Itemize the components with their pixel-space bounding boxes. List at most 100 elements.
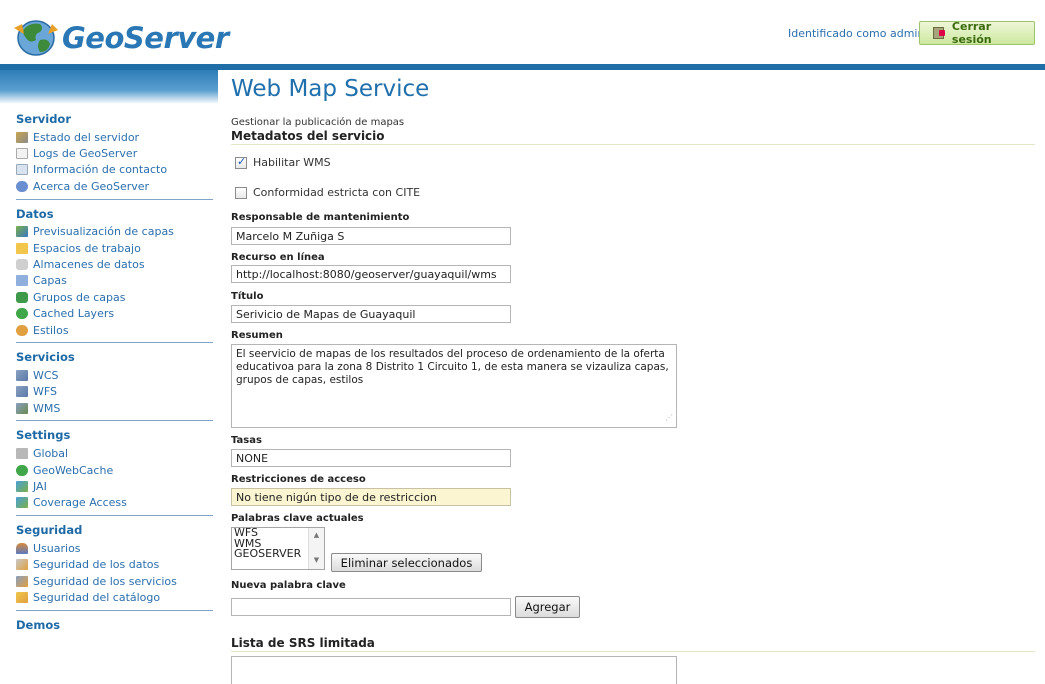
title-input[interactable]: Serivicio de Mapas de Guayaquil [231,305,511,323]
sidebar-item-coverage-access[interactable]: Coverage Access [16,495,218,511]
sidebar-item-stores[interactable]: Almacenes de datos [16,256,218,272]
sidebar-item-label: Estado del servidor [33,130,140,144]
sidebar-item-styles[interactable]: Estilos [16,322,218,338]
sidebar-item-about[interactable]: Acerca de GeoServer [16,178,218,194]
sidebar-item-label: Seguridad de los servicios [33,574,177,588]
service-icon [16,386,28,398]
sidebar-item-wcs[interactable]: WCS [16,367,218,383]
abstract-label: Resumen [231,330,283,341]
nav-section-seguridad: Seguridad Usuarios Seguridad de los dato… [0,523,218,606]
sidebar-header-gradient [0,70,218,104]
sidebar-item-layers[interactable]: Capas [16,273,218,289]
new-keyword-label: Nueva palabra clave [231,580,346,591]
fees-label: Tasas [231,435,262,446]
sidebar-item-label: Espacios de trabajo [33,241,141,255]
fees-input[interactable]: NONE [231,449,511,467]
sidebar-item-workspaces[interactable]: Espacios de trabajo [16,240,218,256]
sidebar-item-wms[interactable]: WMS [16,400,218,416]
layer-group-icon [16,291,28,303]
nav-title-demos[interactable]: Demos [16,618,218,635]
sidebar-item-label: Almacenes de datos [33,258,145,272]
divider [16,515,213,517]
geoserver-logo[interactable]: GeoServer [12,18,229,58]
divider [16,198,213,200]
maintainer-input[interactable]: Marcelo M Zuñiga S [231,227,511,245]
sidebar-item-data-security[interactable]: Seguridad de los datos [16,556,218,572]
sidebar-item-label: WMS [33,401,61,415]
sidebar-item-label: Capas [33,274,67,288]
abstract-textarea[interactable]: El seervicio de mapas de los resultados … [231,344,677,428]
remove-selected-button[interactable]: Eliminar seleccionados [331,553,482,572]
nav-section-servicios: Servicios WCS WFS WMS [0,350,218,416]
nav-title-servidor: Servidor [16,112,71,126]
layer-preview-icon [16,226,28,238]
sidebar-item-label: Acerca de GeoServer [33,179,150,193]
access-input[interactable]: No tiene nigún tipo de de restriccion [231,488,511,506]
catalog-security-icon [16,591,28,603]
service-security-icon [16,575,28,587]
sidebar-item-label: GeoWebCache [33,463,114,477]
maintainer-label: Responsable de mantenimiento [231,212,410,223]
resize-grip-icon[interactable]: ⋰ [665,411,673,424]
sidebar-item-service-security[interactable]: Seguridad de los servicios [16,573,218,589]
sidebar-item-layer-preview[interactable]: Previsualización de capas [16,224,218,240]
sidebar-item-global[interactable]: Global [16,445,218,461]
enable-wms-checkbox[interactable] [235,155,247,169]
header: GeoServer Identificado como admin. Cerra… [0,0,1045,64]
globe-logo-icon [14,20,58,56]
title-label: Título [231,291,264,302]
cite-label: Conformidad estricta con CITE [253,186,421,199]
database-icon [16,259,28,271]
nav-section-datos: Datos Previsualización de capas Espacios… [0,207,218,339]
server-status-icon [16,131,28,143]
logout-label: Cerrar sesión [951,20,992,46]
page-description: Gestionar la publicación de mapas [231,117,405,128]
srs-textarea[interactable] [231,656,677,684]
sidebar-item-jai[interactable]: JAI [16,478,218,494]
folder-icon [16,242,28,254]
image-icon [16,497,28,509]
sidebar-item-label: Estilos [33,323,69,337]
cite-checkbox[interactable] [235,186,247,199]
sidebar-item-label: Información de contacto [33,163,168,177]
sidebar-item-layer-groups[interactable]: Grupos de capas [16,289,218,305]
sidebar-item-label: JAI [33,479,47,493]
scroll-down-icon[interactable]: ▼ [309,556,324,565]
logout-button[interactable]: Cerrar sesión [919,20,1035,46]
sidebar-item-catalog-security[interactable]: Seguridad del catálogo [16,589,218,605]
sidebar: Servidor Estado del servidor Logs de Geo… [0,104,218,635]
sidebar-item-label: Cached Layers [33,307,115,321]
nav-section-servidor: Servidor Estado del servidor Logs de Geo… [0,112,218,195]
user-icon [16,542,28,554]
sidebar-item-label: WFS [33,385,57,399]
keywords-label: Palabras clave actuales [231,513,364,524]
layer-icon [16,275,28,287]
listbox-scrollbar[interactable]: ▲ ▼ [308,528,324,569]
sidebar-item-server-status[interactable]: Estado del servidor [16,129,218,145]
sidebar-item-label: WCS [33,368,59,382]
nav-section-demos[interactable]: Demos [0,618,218,635]
divider [16,609,213,611]
log-file-icon [16,148,28,160]
srs-heading: Lista de SRS limitada [231,636,1035,652]
sidebar-item-logs[interactable]: Logs de GeoServer [16,145,218,161]
scroll-up-icon[interactable]: ▲ [309,531,324,540]
logout-icon [933,27,945,39]
add-keyword-button[interactable]: Agregar [515,596,580,618]
sidebar-item-geowebcache[interactable]: GeoWebCache [16,462,218,478]
nav-title-datos: Datos [16,206,54,221]
sidebar-item-contact[interactable]: Información de contacto [16,162,218,178]
metadata-heading: Metadatos del servicio [231,129,1035,145]
sidebar-item-wfs[interactable]: WFS [16,384,218,400]
sidebar-item-label: Seguridad de los datos [33,558,160,572]
nav-title-servicios: Servicios [16,350,75,365]
new-keyword-input[interactable] [231,598,511,616]
sidebar-item-label: Global [33,447,69,461]
divider [16,420,213,422]
nav-title-seguridad: Seguridad [16,523,83,538]
enable-wms-row: Habilitar WMS [235,155,331,169]
sidebar-item-cached-layers[interactable]: Cached Layers [16,306,218,322]
online-resource-input[interactable]: http://localhost:8080/geoserver/guayaqui… [231,265,511,283]
sidebar-item-users[interactable]: Usuarios [16,540,218,556]
keywords-listbox[interactable]: WFS WMS GEOSERVER ▲ ▼ [231,527,325,570]
